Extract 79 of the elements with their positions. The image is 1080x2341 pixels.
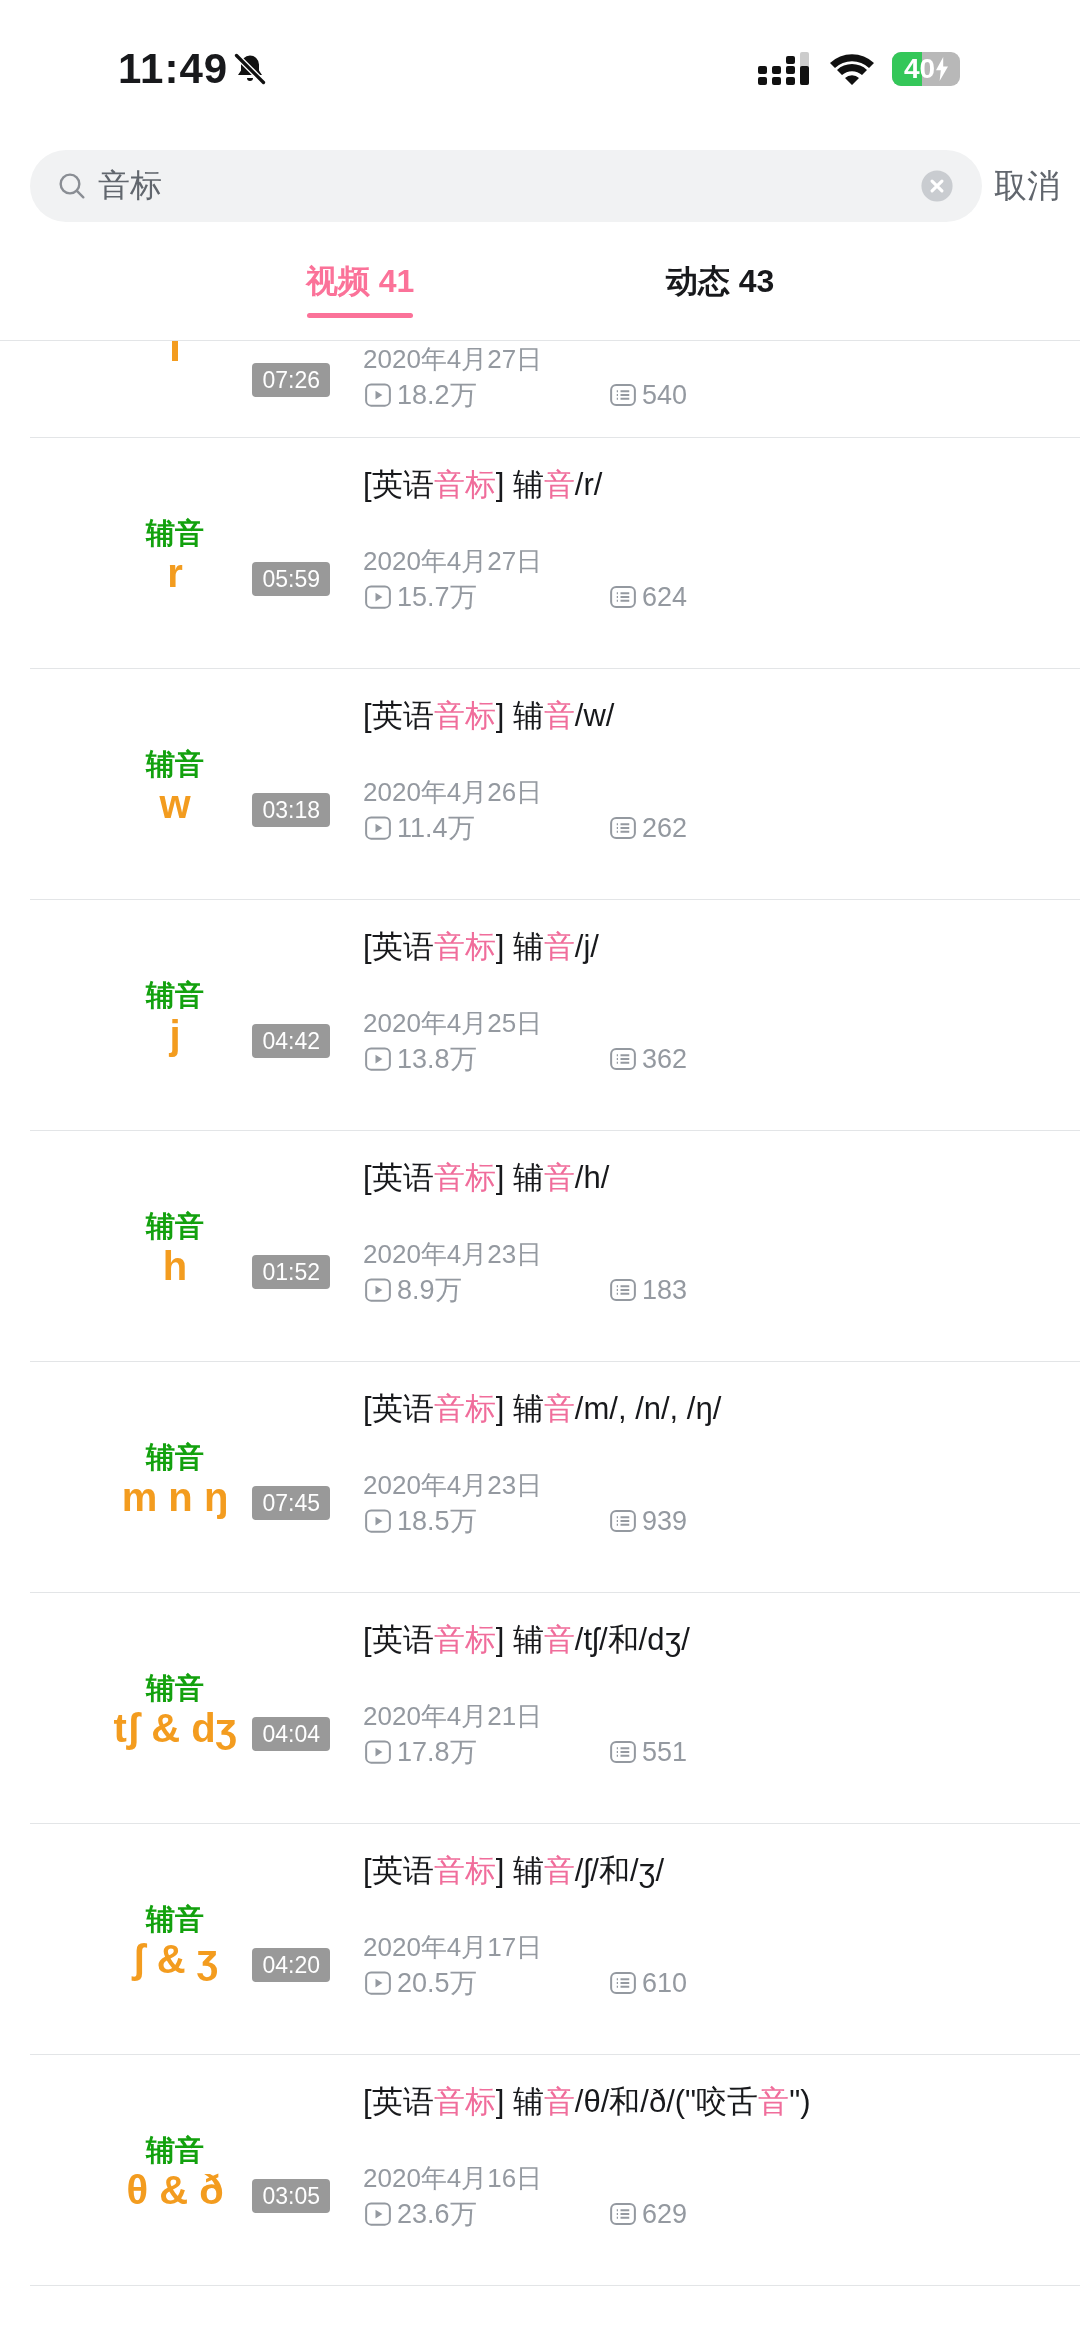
play-icon [363,582,393,612]
cover-label: 辅音 [146,1440,204,1474]
comment-count: 540 [642,379,688,412]
video-title[interactable]: [英语音标] 辅音/r/ [363,465,853,505]
clear-icon[interactable] [920,169,954,203]
comment-count: 262 [642,812,688,845]
cover-symbol: m n ŋ [121,1474,229,1520]
video-title[interactable]: [英语音标] 辅音/m/, /n/, /ŋ/ [363,1389,853,1429]
play-icon [363,1275,393,1305]
play-icon [363,813,393,843]
duration-badge: 03:05 [252,2179,330,2213]
cover-label: 辅音 [146,1902,204,1936]
duration-badge: 03:18 [252,793,330,827]
upload-date: 2020年4月25日 [363,1007,544,1040]
cover-symbol: ʃ & ʒ [132,1936,218,1982]
view-count: 17.8万 [397,1736,477,1769]
upload-date: 2020年4月23日 [363,1238,544,1271]
view-count: 18.5万 [397,1505,477,1538]
video-title[interactable]: [英语音标] 辅音/w/ [363,696,853,736]
duration-badge: 05:59 [252,562,330,596]
cover-symbol: j [169,1012,181,1058]
cover-label: 辅音 [146,1209,204,1243]
duration-badge: 01:52 [252,1255,330,1289]
play-icon [363,2199,393,2229]
play-icon [363,380,393,410]
view-count: 20.5万 [397,1967,477,2000]
video-title[interactable]: [英语音标] 辅音/θ/和/ð/("咬舌音") [363,2082,853,2122]
duration-badge: 07:26 [252,363,330,397]
duration-badge: 04:42 [252,1024,330,1058]
cover-label: 辅音 [146,2133,204,2167]
video-title[interactable]: [英语音标] 辅音/j/ [363,927,853,967]
cover-symbol: w [159,781,191,827]
comment-count: 629 [642,2198,688,2231]
cover-label: 辅音 [146,747,204,781]
comment-count: 362 [642,1043,688,1076]
comment-count: 183 [642,1274,688,1307]
view-count: 15.7万 [397,581,477,614]
view-count: 13.8万 [397,1043,477,1076]
cover-letter-fragment [172,341,178,361]
play-icon [363,1737,393,1767]
upload-date: 2020年4月17日 [363,1931,544,1964]
cover-symbol: θ & ð [126,2167,224,2213]
search-bar[interactable]: 音标 [30,150,982,222]
wifi-icon [828,51,876,87]
upload-date: 2020年4月23日 [363,1469,544,1502]
duration-badge: 04:04 [252,1717,330,1751]
comment-count: 610 [642,1967,688,2000]
signal-icon [758,52,812,86]
upload-date: 2020年4月21日 [363,1700,544,1733]
video-title[interactable]: [英语音标] 辅音/tʃ/和/dʒ/ [363,1620,853,1660]
upload-date: 2020年4月27日 [363,343,544,376]
comment-count: 624 [642,581,688,614]
cover-symbol: tʃ & dʒ [113,1705,237,1751]
duration-badge: 07:45 [252,1486,330,1520]
view-count: 23.6万 [397,2198,477,2231]
search-icon [56,170,88,202]
play-icon [363,1044,393,1074]
cover-symbol: r [167,550,183,596]
cancel-button[interactable]: 取消 [994,155,1060,217]
view-count: 8.9万 [397,1274,462,1307]
cover-symbol: h [162,1243,188,1289]
search-input[interactable]: 音标 [98,167,910,205]
cover-label: 辅音 [146,516,204,550]
play-icon [363,1968,393,1998]
clock-time: 11:49 [118,45,229,93]
view-count: 18.2万 [397,379,477,412]
comment-count: 939 [642,1505,688,1538]
cover-label: 辅音 [146,978,204,1012]
video-title[interactable]: [英语音标] 辅音/ʃ/和/ʒ/ [363,1851,853,1891]
duration-badge: 04:20 [252,1948,330,1982]
upload-date: 2020年4月27日 [363,545,544,578]
video-title[interactable]: [英语音标] 辅音/h/ [363,1158,853,1198]
cover-label: 辅音 [146,1671,204,1705]
play-icon [363,1506,393,1536]
tab[interactable]: 动态 43 [540,222,900,340]
upload-date: 2020年4月26日 [363,776,544,809]
upload-date: 2020年4月16日 [363,2162,544,2195]
view-count: 11.4万 [397,812,475,845]
comment-count: 551 [642,1736,688,1769]
